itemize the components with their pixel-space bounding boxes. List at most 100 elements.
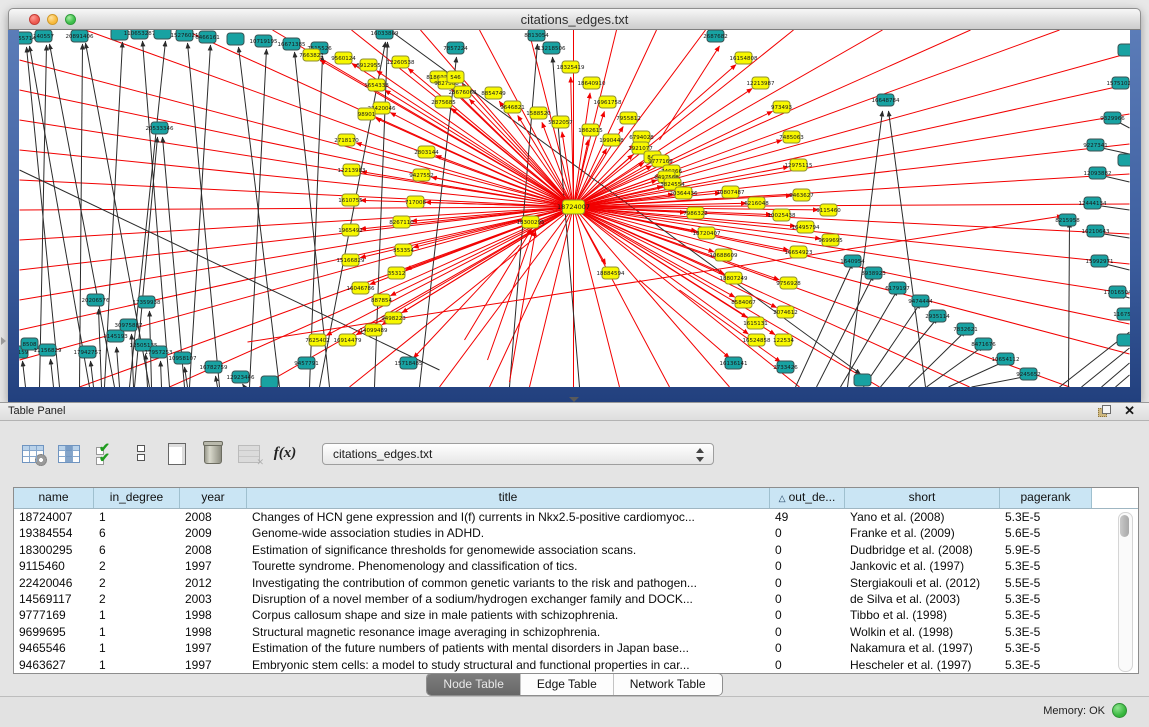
teal-node[interactable]	[1117, 334, 1130, 346]
yellow-node[interactable]: 7986322	[683, 207, 708, 219]
column-header-title[interactable]: title	[247, 488, 770, 508]
row-height-icon[interactable]	[128, 441, 154, 467]
yellow-node[interactable]: 122534	[773, 334, 794, 346]
yellow-node[interactable]: 9498223	[381, 312, 406, 324]
table-mode-icon[interactable]	[20, 441, 46, 467]
yellow-node[interactable]: 12975115	[785, 159, 813, 171]
teal-node[interactable]: 2687682	[703, 30, 728, 42]
yellow-node[interactable]: 7663822	[299, 49, 324, 61]
yellow-node[interactable]: 8854749	[481, 87, 506, 99]
yellow-node[interactable]: 8584067	[731, 296, 756, 308]
table-row[interactable]: 2242004622012Investigating the contribut…	[14, 575, 1138, 591]
yellow-node[interactable]: 2803144	[414, 146, 439, 158]
teal-node[interactable]: 110653287	[124, 30, 156, 39]
float-panel-icon[interactable]	[1098, 405, 1111, 417]
tab-network-table[interactable]: Network Table	[614, 674, 722, 695]
column-header-year[interactable]: year	[180, 488, 247, 508]
teal-node[interactable]: 1167535	[1113, 308, 1130, 320]
teal-node[interactable]: 16671385	[278, 38, 306, 50]
tab-edge-table[interactable]: Edge Table	[521, 674, 614, 695]
teal-node[interactable]: 9227341	[1083, 139, 1108, 151]
teal-node[interactable]: 15718485	[395, 357, 423, 369]
teal-node[interactable]: 17016504	[1104, 286, 1131, 298]
table-row[interactable]: 946362711997Embryonic stem cells: a mode…	[14, 657, 1138, 673]
teal-node[interactable]: 9329966	[1100, 112, 1125, 124]
teal-node[interactable]: 17359938	[133, 296, 161, 308]
yellow-node[interactable]: 12213987	[747, 77, 775, 89]
new-column-icon[interactable]	[164, 441, 190, 467]
yellow-node[interactable]: 35312	[388, 267, 406, 279]
table-row[interactable]: 969969511998Structural magnetic resonanc…	[14, 624, 1138, 640]
yellow-node[interactable]: 12260538	[387, 56, 415, 68]
yellow-node[interactable]: 18884594	[597, 267, 625, 279]
yellow-node[interactable]: 6216048	[744, 197, 769, 209]
function-builder-icon[interactable]: f(x)	[272, 441, 298, 467]
teal-node[interactable]: 20206576	[82, 294, 110, 306]
teal-node[interactable]: 16648784	[872, 94, 900, 106]
table-select-dropdown[interactable]: citations_edges.txt	[322, 443, 714, 465]
teal-node[interactable]: 8938923	[861, 267, 886, 279]
yellow-node[interactable]: 10688609	[710, 249, 738, 261]
yellow-node[interactable]: 1615131	[743, 317, 768, 329]
yellow-node[interactable]: 9699695	[818, 234, 843, 246]
yellow-node[interactable]: 9646821	[500, 101, 525, 113]
left-splitter-grip[interactable]	[1, 337, 6, 345]
network-canvas[interactable]: 4055714140557208914061106532871527602164…	[19, 30, 1130, 387]
yellow-node[interactable]: 9560124	[331, 52, 356, 64]
yellow-node[interactable]: 8912955	[356, 59, 381, 71]
teal-node[interactable]	[1118, 44, 1130, 56]
table-row[interactable]: 1456911722003Disruption of a novel membe…	[14, 591, 1138, 607]
tab-node-table[interactable]: Node Table	[427, 674, 521, 695]
teal-node[interactable]: 7857224	[443, 42, 468, 54]
teal-node[interactable]: 1640954	[840, 255, 865, 267]
teal-node[interactable]: 140557	[33, 30, 54, 42]
yellow-node[interactable]: 887854	[371, 294, 392, 306]
yellow-node[interactable]: 10025438	[768, 209, 796, 221]
teal-node[interactable]: 9245652	[1016, 368, 1041, 380]
yellow-node[interactable]: 973493	[771, 101, 792, 113]
teal-node[interactable]: 10654112	[992, 353, 1020, 365]
teal-node[interactable]	[1118, 154, 1130, 166]
column-header-in_degree[interactable]: in_degree	[94, 488, 180, 508]
yellow-node[interactable]: 18325419	[557, 61, 585, 73]
yellow-node[interactable]: 18640910	[578, 77, 606, 89]
teal-node[interactable]: 9457791	[294, 357, 319, 369]
column-header-out_de[interactable]: △out_de...	[770, 488, 845, 508]
teal-node[interactable]	[854, 374, 871, 386]
yellow-node[interactable]: 9427552	[409, 169, 434, 181]
teal-node[interactable]: 6466161	[195, 31, 220, 43]
table-scrollbar-thumb[interactable]	[1120, 515, 1129, 537]
teal-node[interactable]: 8813054	[524, 30, 549, 41]
table-row[interactable]: 1938455462009Genome-wide association stu…	[14, 525, 1138, 541]
table-row[interactable]: 1872400712008Changes of HCN gene express…	[14, 509, 1138, 525]
yellow-node[interactable]: 15166829	[337, 254, 365, 266]
table-row[interactable]: 946554611997Estimation of the future num…	[14, 640, 1138, 656]
teal-node[interactable]: 12923446	[227, 371, 255, 383]
teal-node[interactable]: 8215958	[1055, 214, 1080, 226]
yellow-node[interactable]: 7625402	[305, 334, 330, 346]
table-scrollbar[interactable]	[1118, 512, 1133, 672]
yellow-node[interactable]: 353354	[393, 244, 414, 256]
network-window-titlebar[interactable]: citations_edges.txt	[8, 8, 1141, 30]
teal-node[interactable]: 9474444	[908, 295, 933, 307]
teal-node[interactable]: 8471676	[971, 338, 996, 350]
yellow-node[interactable]: 8267110	[389, 216, 414, 228]
teal-node[interactable]: 16210643	[1082, 225, 1110, 237]
yellow-node[interactable]: 546	[447, 71, 464, 83]
teal-node[interactable]: 10958107	[169, 352, 197, 364]
teal-node[interactable]: 2733426	[773, 361, 798, 373]
delete-table-icon[interactable]	[236, 441, 262, 467]
teal-node[interactable]: 10719195	[250, 35, 278, 47]
yellow-node[interactable]: 1965492	[338, 224, 363, 236]
yellow-node[interactable]: 717008	[405, 196, 426, 208]
teal-node[interactable]: 6179197	[885, 282, 910, 294]
column-header-pagerank[interactable]: pagerank	[1000, 488, 1092, 508]
table-row[interactable]: 911546021997Tourette syndrome. Phenomeno…	[14, 558, 1138, 574]
show-columns-icon[interactable]	[56, 441, 82, 467]
delete-column-icon[interactable]	[200, 441, 226, 467]
table-row[interactable]: 977716911998Corpus callosum shape and si…	[14, 607, 1138, 623]
yellow-node[interactable]: 98901	[358, 108, 376, 120]
teal-node[interactable]	[261, 376, 278, 387]
teal-node[interactable]: 1145193	[103, 330, 128, 342]
yellow-node[interactable]: 1588520	[526, 107, 551, 119]
